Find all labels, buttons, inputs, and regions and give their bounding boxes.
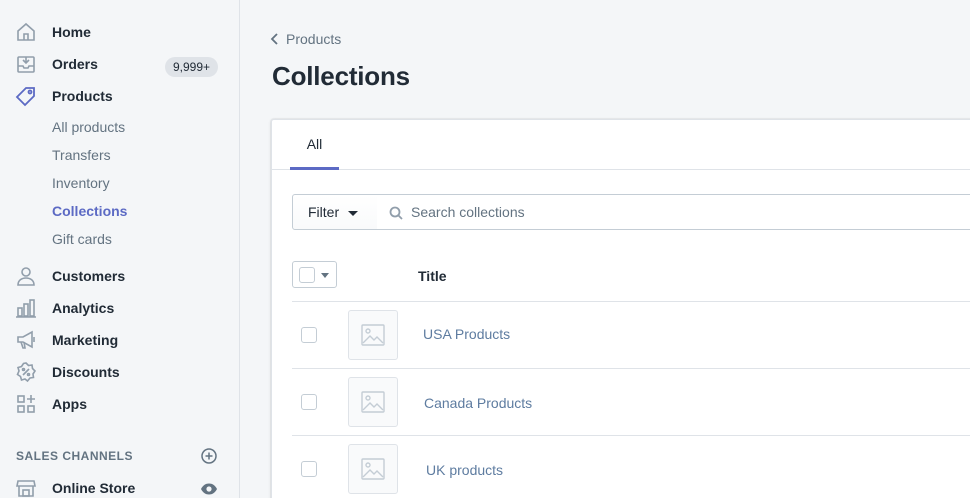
caret-down-icon bbox=[348, 211, 358, 216]
tag-icon bbox=[14, 84, 38, 108]
collection-link[interactable]: Canada Products bbox=[424, 395, 532, 411]
filter-button[interactable]: Filter bbox=[292, 194, 378, 230]
tab-all[interactable]: All bbox=[290, 120, 339, 170]
table-row[interactable]: UK products bbox=[292, 435, 970, 498]
sub-item-all-products[interactable]: All products bbox=[52, 119, 125, 135]
table-row[interactable]: Canada Products bbox=[292, 368, 970, 435]
bar-chart-icon bbox=[14, 296, 38, 320]
collections-card: All Filter Title USA Products Canada Pro… bbox=[271, 119, 970, 498]
column-header-title: Title bbox=[418, 268, 447, 284]
breadcrumb[interactable]: Products bbox=[270, 31, 341, 47]
nav-item-apps[interactable]: Apps bbox=[0, 388, 239, 420]
nav-item-customers[interactable]: Customers bbox=[0, 260, 239, 292]
apps-icon bbox=[14, 392, 38, 416]
breadcrumb-label: Products bbox=[286, 31, 342, 47]
tabs-bar: All bbox=[272, 120, 970, 170]
sub-item-transfers[interactable]: Transfers bbox=[52, 147, 111, 163]
select-all-dropdown[interactable] bbox=[292, 261, 337, 288]
search-input[interactable] bbox=[411, 195, 970, 229]
nav-label-online-store: Online Store bbox=[52, 480, 136, 496]
nav-label-products: Products bbox=[52, 88, 113, 104]
orders-icon bbox=[14, 52, 38, 76]
store-icon bbox=[14, 476, 38, 498]
nav-item-home[interactable]: Home bbox=[0, 16, 239, 48]
nav-item-analytics[interactable]: Analytics bbox=[0, 292, 239, 324]
row-checkbox[interactable] bbox=[301, 394, 317, 410]
caret-down-icon bbox=[321, 273, 329, 278]
sub-item-collections[interactable]: Collections bbox=[52, 203, 127, 219]
discount-badge-icon bbox=[14, 360, 38, 384]
sidebar: Home Orders 9,999+ Products All products… bbox=[0, 0, 240, 498]
orders-count-badge: 9,999+ bbox=[165, 57, 219, 77]
person-icon bbox=[14, 264, 38, 288]
filter-label: Filter bbox=[308, 204, 340, 220]
collection-link[interactable]: USA Products bbox=[423, 326, 510, 342]
select-all-checkbox[interactable] bbox=[299, 267, 315, 283]
chevron-left-icon bbox=[270, 33, 278, 45]
add-circle-icon[interactable] bbox=[200, 447, 218, 465]
eye-icon[interactable] bbox=[200, 480, 218, 498]
image-placeholder-icon bbox=[348, 444, 398, 494]
image-placeholder-icon bbox=[348, 377, 398, 427]
nav-item-orders[interactable]: Orders 9,999+ bbox=[0, 48, 239, 80]
nav-label-orders: Orders bbox=[52, 56, 98, 72]
nav-label-discounts: Discounts bbox=[52, 364, 120, 380]
nav-item-marketing[interactable]: Marketing bbox=[0, 324, 239, 356]
search-icon bbox=[389, 206, 403, 220]
row-checkbox[interactable] bbox=[301, 327, 317, 343]
nav-label-analytics: Analytics bbox=[52, 300, 115, 316]
nav-item-discounts[interactable]: Discounts bbox=[0, 356, 239, 388]
nav-label-marketing: Marketing bbox=[52, 332, 119, 348]
image-placeholder-icon bbox=[348, 310, 398, 360]
nav-item-products[interactable]: Products bbox=[0, 80, 239, 112]
sub-item-gift-cards[interactable]: Gift cards bbox=[52, 231, 112, 247]
collection-link[interactable]: UK products bbox=[426, 462, 503, 478]
megaphone-icon bbox=[14, 328, 38, 352]
nav-label-home: Home bbox=[52, 24, 91, 40]
page-title: Collections bbox=[272, 61, 410, 91]
row-checkbox[interactable] bbox=[301, 461, 317, 477]
sub-item-inventory[interactable]: Inventory bbox=[52, 175, 110, 191]
search-box[interactable] bbox=[377, 194, 970, 230]
sales-channels-header: SALES CHANNELS bbox=[16, 449, 134, 463]
table-row[interactable]: USA Products bbox=[292, 301, 970, 368]
home-icon bbox=[14, 20, 38, 44]
nav-label-apps: Apps bbox=[52, 396, 87, 412]
nav-label-customers: Customers bbox=[52, 268, 126, 284]
